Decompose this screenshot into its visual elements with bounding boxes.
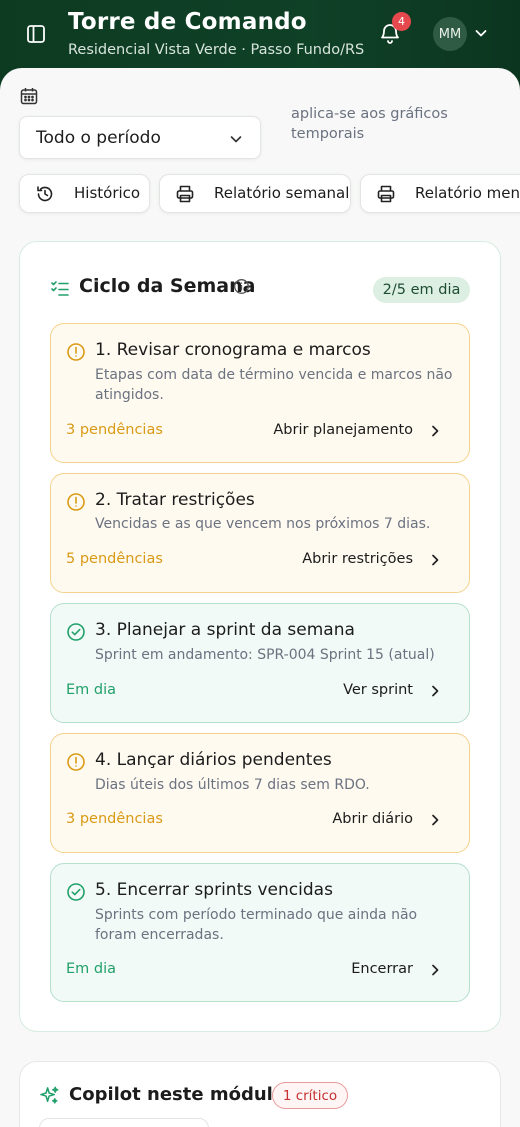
chevron-right-icon[interactable]	[427, 962, 443, 978]
checklist-icon	[51, 281, 69, 296]
cycle-status-badge: 2/5 em dia	[373, 277, 470, 303]
weekly-report-button[interactable]: Relatório semanal	[159, 174, 351, 213]
period-note: aplica-se aos gráficos temporais	[291, 106, 448, 142]
cycle-task[interactable]: 3. Planejar a sprint da semana Sprint em…	[50, 603, 470, 723]
weekly-report-label: Relatório semanal	[214, 184, 350, 202]
avatar[interactable]: MM	[433, 17, 467, 51]
history-icon	[37, 186, 53, 202]
task-title: 3. Planejar a sprint da semana	[95, 620, 355, 640]
task-status: 3 pendências	[66, 422, 163, 438]
chevron-right-icon[interactable]	[427, 812, 443, 828]
warning-circle-icon	[67, 753, 85, 771]
copilot-action-button[interactable]	[39, 1118, 209, 1127]
check-circle-icon	[67, 623, 85, 641]
chevron-right-icon[interactable]	[427, 552, 443, 568]
calendar-icon	[20, 88, 38, 105]
task-status: Em dia	[66, 682, 117, 698]
page-title: Torre de Comando	[68, 9, 307, 35]
period-select-value: Todo o período	[36, 128, 161, 148]
task-title: 5. Encerrar sprints vencidas	[95, 880, 333, 900]
printer-icon	[176, 185, 194, 203]
chevron-right-icon[interactable]	[427, 423, 443, 439]
cycle-task[interactable]: 1. Revisar cronograma e marcos Etapas co…	[50, 323, 470, 463]
task-action-link[interactable]: Abrir diário	[332, 811, 413, 827]
chevron-down-icon	[230, 136, 242, 143]
task-description: Sprint em andamento: SPR-004 Sprint 15 (…	[95, 647, 435, 663]
monthly-report-label: Relatório mensal	[415, 184, 520, 202]
check-circle-icon	[67, 883, 85, 901]
task-action-link[interactable]: Encerrar	[351, 961, 413, 977]
copilot-title: Copilot neste módulo	[69, 1084, 286, 1105]
task-title: 4. Lançar diários pendentes	[95, 750, 332, 770]
task-status: 3 pendências	[66, 811, 163, 827]
page-subtitle: Residencial Vista Verde · Passo Fundo/RS	[68, 42, 365, 58]
sparkles-icon	[40, 1086, 59, 1104]
chevron-right-icon[interactable]	[427, 683, 443, 699]
period-select[interactable]: Todo o período	[19, 116, 261, 159]
chevron-down-icon[interactable]	[473, 25, 489, 41]
task-title: 2. Tratar restrições	[95, 490, 255, 510]
notification-count-badge: 4	[392, 12, 411, 31]
printer-icon	[377, 185, 395, 203]
cycle-task[interactable]: 4. Lançar diários pendentes Dias úteis d…	[50, 733, 470, 853]
sidebar-toggle-icon[interactable]	[24, 22, 48, 46]
critical-badge: 1 crítico	[272, 1082, 348, 1109]
task-status: 5 pendências	[66, 551, 163, 567]
task-description: Dias úteis dos últimos 7 dias sem RDO.	[95, 777, 370, 793]
task-status: Em dia	[66, 961, 117, 977]
cycle-task[interactable]: 2. Tratar restrições Vencidas e as que v…	[50, 473, 470, 593]
task-action-link[interactable]: Abrir restrições	[302, 551, 413, 567]
monthly-report-button[interactable]: Relatório mensal	[360, 174, 520, 213]
history-button[interactable]: Histórico	[19, 174, 150, 213]
warning-circle-icon	[67, 493, 85, 511]
task-description: Etapas com data de término vencida e mar…	[95, 367, 453, 403]
cycle-task[interactable]: 5. Encerrar sprints vencidas Sprints com…	[50, 863, 470, 1002]
task-title: 1. Revisar cronograma e marcos	[95, 340, 371, 360]
task-action-link[interactable]: Ver sprint	[343, 682, 413, 698]
task-description: Vencidas e as que vencem nos próximos 7 …	[95, 516, 431, 532]
task-description: Sprints com período terminado que ainda …	[95, 907, 418, 943]
warning-circle-icon	[67, 343, 85, 361]
task-action-link[interactable]: Abrir planejamento	[273, 422, 413, 438]
cycle-title: Ciclo da Semana	[79, 275, 256, 297]
info-icon[interactable]	[233, 278, 250, 295]
history-button-label: Histórico	[74, 184, 141, 202]
